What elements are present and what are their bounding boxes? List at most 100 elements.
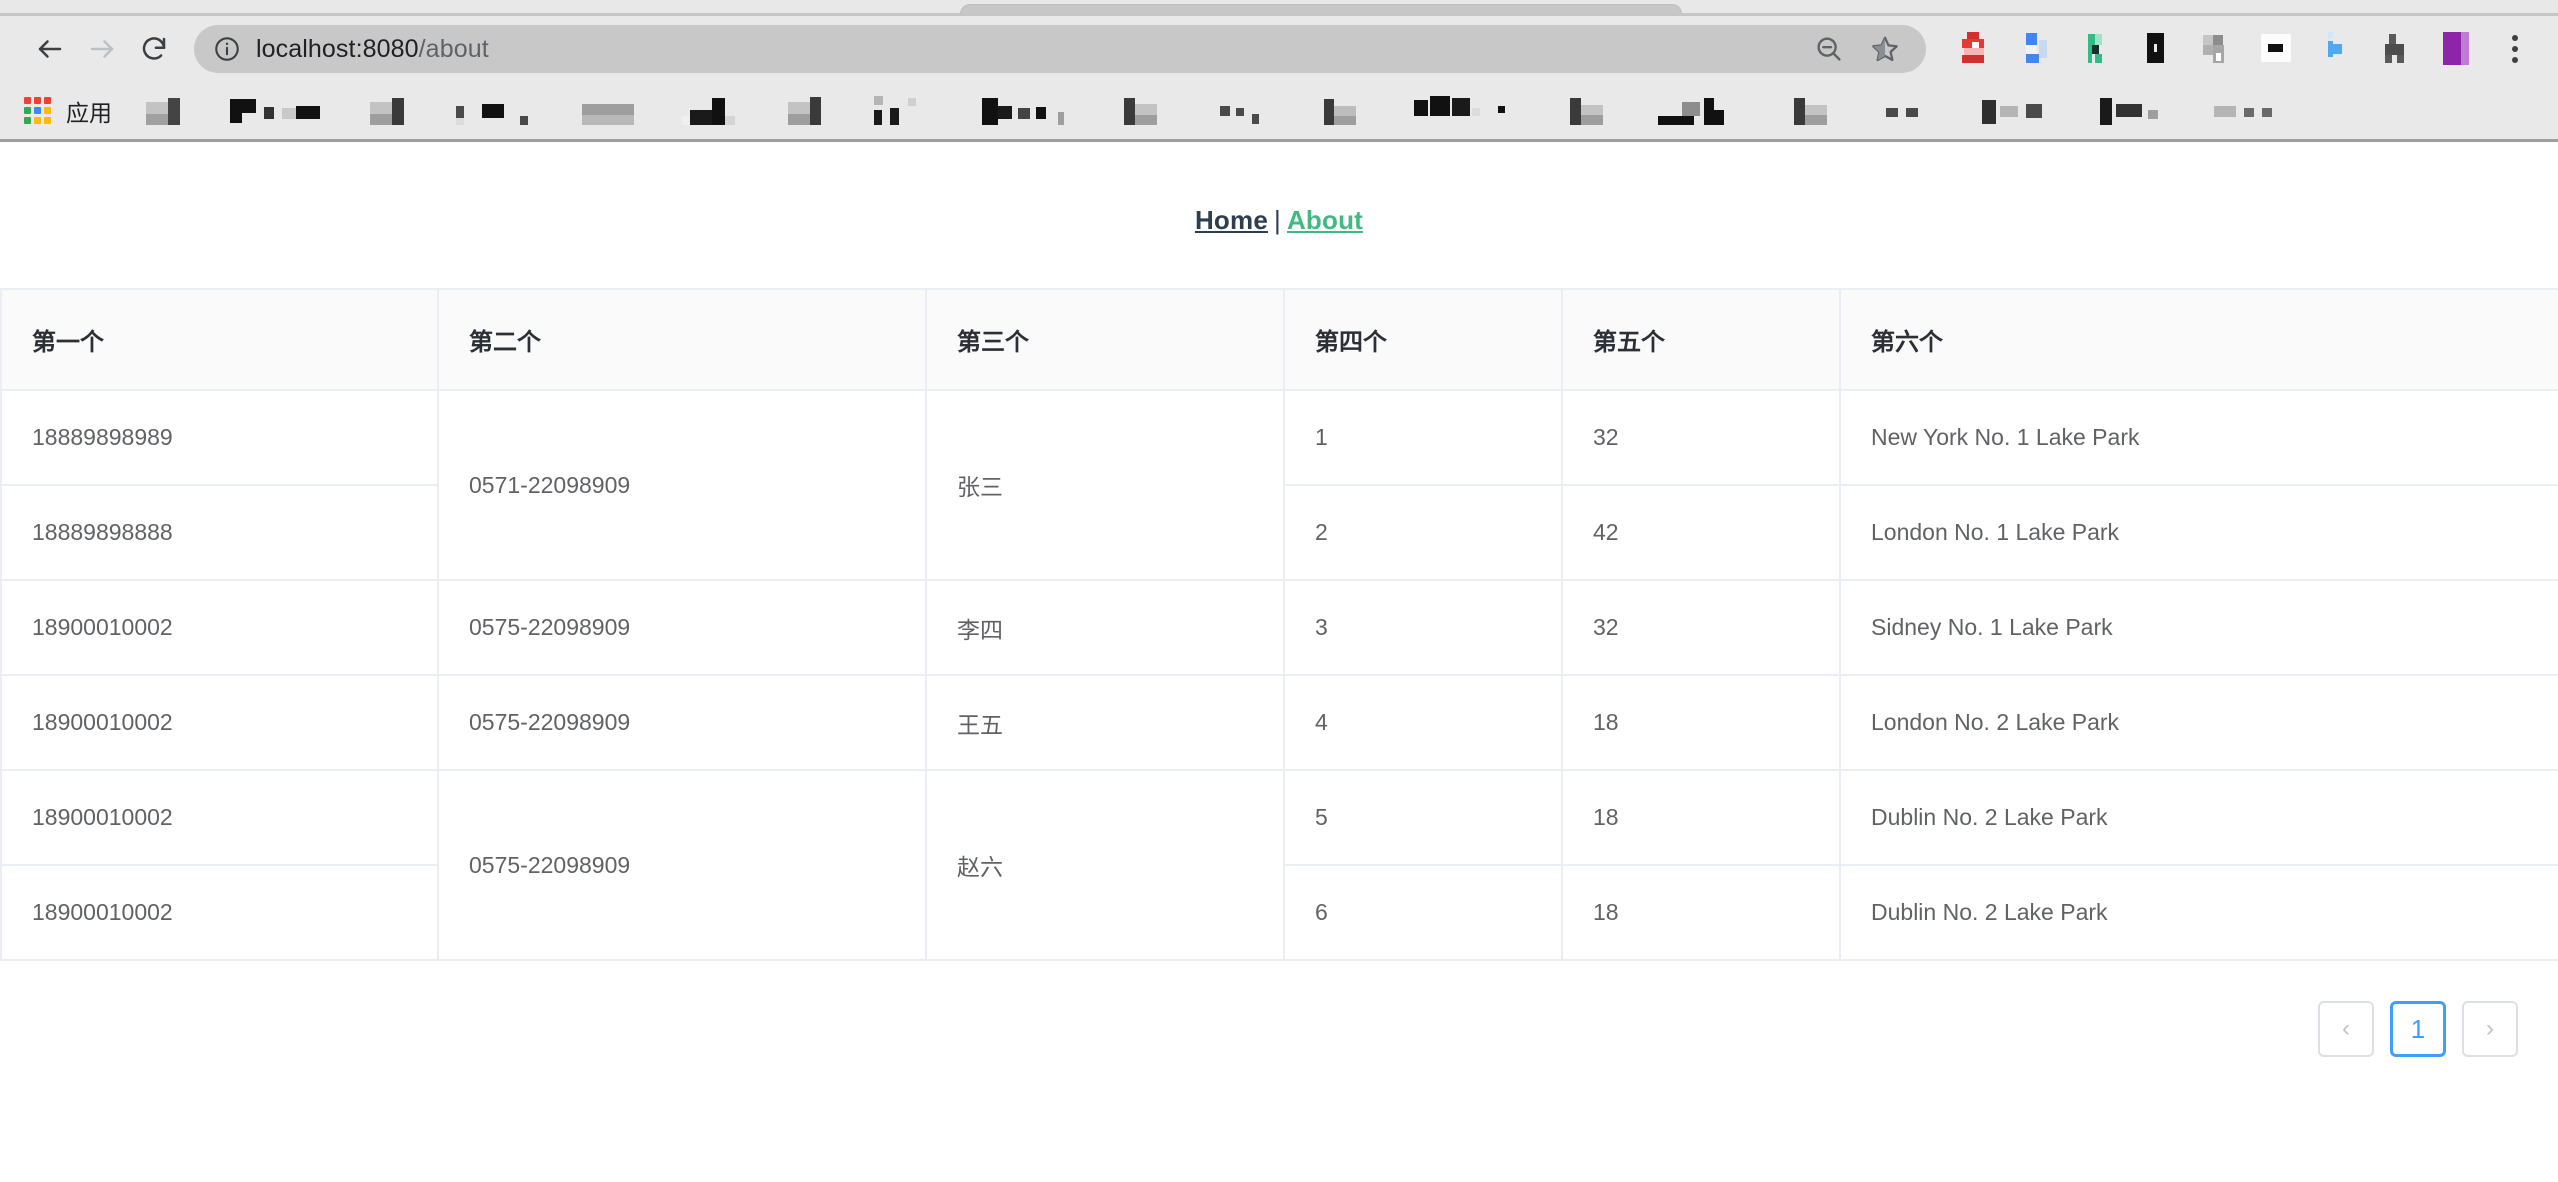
extension-white[interactable] (2246, 23, 2306, 75)
address-bar[interactable]: localhost:8080/about (194, 25, 1926, 73)
bookmarks-bar: 应用 (0, 82, 2558, 142)
pagination-prev-button[interactable]: ‹ (2318, 1001, 2374, 1057)
pagination-page-1[interactable]: 1 (2390, 1001, 2446, 1057)
page-content: Home | About 第一个 第二个 第三个 第四个 第五个 第六个 188… (0, 142, 2558, 1182)
cell-col5: 42 (1562, 485, 1841, 581)
cell-col4: 5 (1284, 770, 1563, 866)
cell-col3: 王五 (926, 675, 1285, 771)
cell-col1: 18889898989 (0, 390, 439, 486)
cell-col1: 18900010002 (0, 675, 439, 771)
apps-grid-icon (24, 96, 52, 125)
zoom-out-icon[interactable] (1812, 32, 1846, 66)
cell-col4: 1 (1284, 390, 1563, 486)
url-host: localhost:8080 (256, 34, 419, 63)
cell-col5: 18 (1562, 865, 1841, 961)
cell-col1: 18900010002 (0, 580, 439, 676)
extension-white-icon (2259, 32, 2293, 66)
extension-green[interactable] (2066, 23, 2126, 75)
cell-col6: London No. 2 Lake Park (1840, 675, 2558, 771)
cell-col5: 18 (1562, 675, 1841, 771)
bookmark-6[interactable] (682, 94, 760, 128)
cell-col5: 18 (1562, 770, 1841, 866)
extension-darkgray-icon (2379, 32, 2413, 66)
extension-blue[interactable] (2006, 23, 2066, 75)
column-header-2[interactable]: 第二个 (438, 288, 927, 391)
cell-col2-merged: 0575-22098909 (438, 770, 927, 961)
bookmark-1[interactable] (142, 94, 204, 128)
extensions-area (1926, 23, 2486, 75)
bookmark-4[interactable] (456, 94, 556, 128)
column-header-1[interactable]: 第一个 (0, 288, 439, 391)
cell-col6: Dublin No. 2 Lake Park (1840, 865, 2558, 961)
bookmark-12[interactable] (1324, 94, 1388, 128)
kebab-menu-icon[interactable] (2492, 23, 2538, 75)
cell-col2: 0575-22098909 (438, 675, 927, 771)
url-text: localhost:8080/about (256, 35, 489, 64)
extension-red-icon (1959, 32, 1993, 66)
table-row[interactable]: 18900010002 0575-22098909 李四 3 32 Sidney… (0, 580, 2558, 676)
cell-col3-merged: 赵六 (926, 770, 1285, 961)
bookmark-16[interactable] (1794, 94, 1856, 128)
bookmark-8[interactable] (870, 94, 956, 128)
cell-col2: 0575-22098909 (438, 580, 927, 676)
cell-col6: London No. 1 Lake Park (1840, 485, 2558, 581)
bookmark-2[interactable] (230, 94, 342, 128)
bookmark-10[interactable] (1124, 94, 1192, 128)
extension-lightblue-icon (2319, 32, 2353, 66)
bookmark-3[interactable] (368, 94, 430, 128)
column-header-5[interactable]: 第五个 (1562, 288, 1841, 391)
column-header-4[interactable]: 第四个 (1284, 288, 1563, 391)
cell-col4: 2 (1284, 485, 1563, 581)
bookmark-apps[interactable]: 应用 (24, 94, 112, 128)
bookmark-15[interactable] (1658, 94, 1768, 128)
bookmark-13[interactable] (1414, 94, 1544, 128)
cell-col2-merged: 0571-22098909 (438, 390, 927, 581)
extension-red[interactable] (1946, 23, 2006, 75)
cell-col3: 李四 (926, 580, 1285, 676)
forward-button[interactable] (76, 23, 128, 75)
browser-window: localhost:8080/about 应用 Home | About 第一个… (0, 0, 2558, 1182)
back-button[interactable] (24, 23, 76, 75)
nav-link-home[interactable]: Home (1195, 205, 1268, 235)
bookmark-7[interactable] (786, 94, 844, 128)
cell-col1: 18900010002 (0, 865, 439, 961)
extension-purple-icon (2439, 32, 2473, 66)
table-row[interactable]: 18889898989 0571-22098909 张三 1 32 New Yo… (0, 390, 2558, 581)
extension-black[interactable] (2126, 23, 2186, 75)
extension-darkgray[interactable] (2366, 23, 2426, 75)
cell-col3-merged: 张三 (926, 390, 1285, 581)
reload-button[interactable] (128, 23, 180, 75)
cell-col4: 3 (1284, 580, 1563, 676)
extension-blue-icon (2019, 32, 2053, 66)
extension-black-icon (2139, 32, 2173, 66)
pagination-next-button[interactable]: › (2462, 1001, 2518, 1057)
table-row[interactable]: 18900010002 0575-22098909 王五 4 18 London… (0, 675, 2558, 771)
forward-arrow-icon (90, 40, 114, 58)
nav-separator: | (1273, 205, 1281, 235)
bookmark-14[interactable] (1570, 94, 1632, 128)
extension-lightblue[interactable] (2306, 23, 2366, 75)
star-icon[interactable] (1868, 32, 1902, 66)
reload-icon (142, 37, 166, 60)
bookmark-20[interactable] (2214, 94, 2310, 128)
cell-col1: 18889898888 (0, 485, 439, 581)
omnibox-actions (1812, 32, 1908, 66)
nav-link-about[interactable]: About (1287, 205, 1363, 235)
extension-purple[interactable] (2426, 23, 2486, 75)
info-circle-icon[interactable] (212, 34, 242, 64)
bookmark-9[interactable] (982, 94, 1098, 128)
table-row[interactable]: 18900010002 0575-22098909 赵六 5 18 Dublin… (0, 770, 2558, 961)
browser-toolbar: localhost:8080/about (0, 16, 2558, 82)
cell-col5: 32 (1562, 390, 1841, 486)
extension-gray[interactable] (2186, 23, 2246, 75)
bookmark-11[interactable] (1218, 94, 1298, 128)
column-header-6[interactable]: 第六个 (1840, 288, 2558, 391)
data-table: 第一个 第二个 第三个 第四个 第五个 第六个 18889898989 0571… (0, 288, 2558, 961)
bookmark-18[interactable] (1982, 94, 2074, 128)
bookmark-17[interactable] (1882, 94, 1956, 128)
bookmark-19[interactable] (2100, 94, 2188, 128)
column-header-3[interactable]: 第三个 (926, 288, 1285, 391)
cell-col6: New York No. 1 Lake Park (1840, 390, 2558, 486)
bookmark-5[interactable] (582, 94, 656, 128)
data-table-container: 第一个 第二个 第三个 第四个 第五个 第六个 18889898989 0571… (0, 288, 2558, 961)
